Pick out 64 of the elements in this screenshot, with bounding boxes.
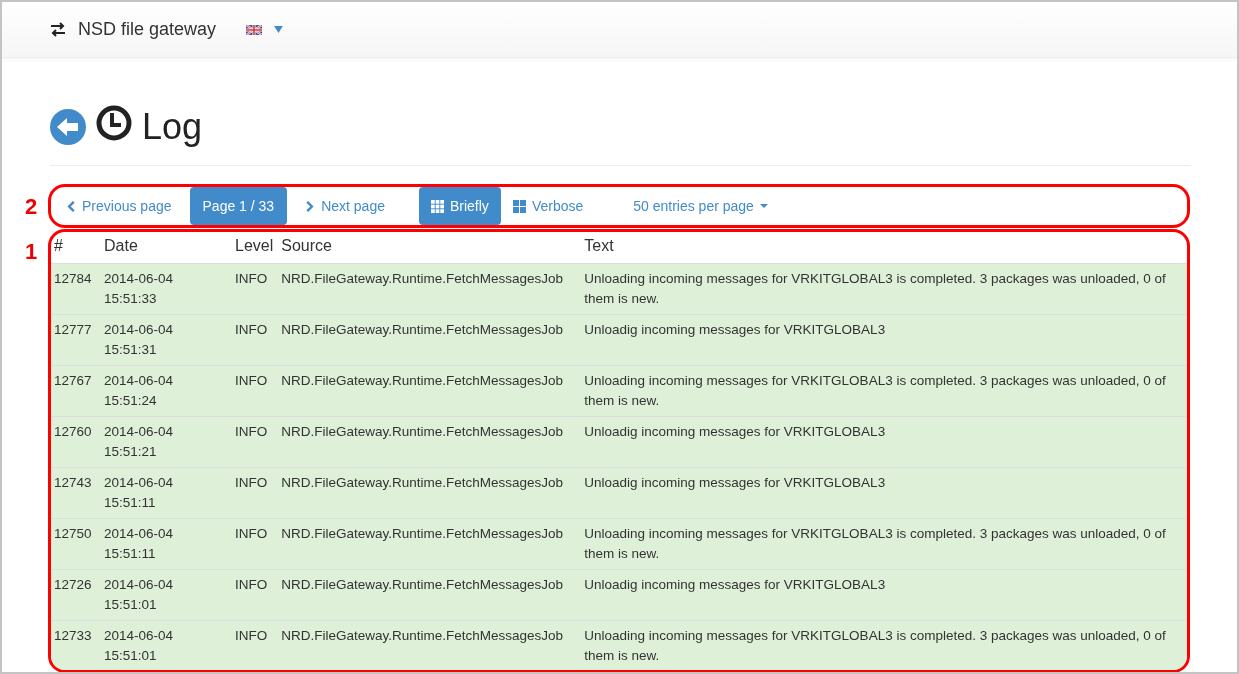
table-cell: INFO: [232, 365, 279, 417]
table-cell: 12760: [51, 416, 101, 468]
table-cell: 12750: [51, 518, 101, 570]
table-cell: 2014-06-04 15:51:01: [101, 620, 232, 670]
column-header: Source: [278, 232, 582, 264]
page-title: Log: [142, 106, 203, 148]
caret-icon: [759, 204, 768, 208]
table-cell: NRD.FileGateway.Runtime.FetchMessagesJob: [278, 467, 582, 519]
table-cell: NRD.FileGateway.Runtime.FetchMessagesJob: [278, 263, 582, 315]
table-cell: NRD.FileGateway.Runtime.FetchMessagesJob: [278, 365, 582, 417]
table-cell: 12784: [51, 263, 101, 315]
table-cell: INFO: [232, 620, 279, 670]
table-cell: Unloadig incoming messages for VRKITGLOBAL3: [581, 416, 1187, 468]
chevron-right-icon: [305, 199, 316, 213]
column-header: #: [51, 232, 101, 264]
column-header: Text: [581, 232, 1187, 264]
table-cell: 2014-06-04 15:51:01: [101, 569, 232, 621]
transfer-arrows-icon: [50, 22, 67, 37]
table-cell: 12743: [51, 467, 101, 519]
table-cell: Unloading incoming messages for VRKITGLOBAL3 is completed. 3 packages was unloaded, 0 of them is new.: [581, 620, 1187, 670]
callout-number: 2: [23, 194, 38, 220]
callout-number: 1: [23, 239, 38, 265]
table-cell: 12733: [51, 620, 101, 670]
table-cell: INFO: [232, 569, 279, 621]
table-cell: NRD.FileGateway.Runtime.FetchMessagesJob: [278, 620, 582, 670]
clock-icon: [96, 105, 132, 141]
table-cell: Unloadig incoming messages for VRKITGLOBAL3: [581, 569, 1187, 621]
chevron-left-icon: [66, 199, 76, 213]
table-cell: NRD.FileGateway.Runtime.FetchMessagesJob: [278, 569, 582, 621]
flag-icon[interactable]: [246, 24, 263, 35]
table-cell: 12726: [51, 569, 101, 621]
table-cell: Unloadig incoming messages for VRKITGLOBAL3: [581, 467, 1187, 519]
caret-icon[interactable]: [274, 26, 284, 33]
table-cell: 2014-06-04 15:51:24: [101, 365, 232, 417]
table-cell: INFO: [232, 467, 279, 519]
table-cell: Unloading incoming messages for VRKITGLOBAL3 is completed. 3 packages was unloaded, 0 of them is new.: [581, 518, 1187, 570]
table-cell: INFO: [232, 416, 279, 468]
table-cell: Unloading incoming messages for VRKITGLOBAL3 is completed. 3 packages was unloaded, 0 of them is new.: [581, 263, 1187, 315]
page-indicator[interactable]: Page 1 / 33: [189, 187, 288, 225]
table-cell: 2014-06-04 15:51:33: [101, 263, 232, 315]
column-header: Date: [101, 232, 232, 264]
table-cell: Unloading incoming messages for VRKITGLOBAL3 is completed. 3 packages was unloaded, 0 of them is new.: [581, 365, 1187, 417]
brand-name[interactable]: NSD file gateway: [78, 19, 217, 40]
pager-link[interactable]: Previous page: [61, 187, 184, 225]
table-cell: 2014-06-04 15:51:11: [101, 518, 232, 570]
view-toggle[interactable]: Verbose: [500, 187, 596, 225]
table-cell: INFO: [232, 314, 279, 366]
table-cell: NRD.FileGateway.Runtime.FetchMessagesJob: [278, 416, 582, 468]
table-cell: Unloadig incoming messages for VRKITGLOBAL3: [581, 314, 1187, 366]
view-toggle[interactable]: Briefly: [418, 187, 501, 225]
column-header: Level: [232, 232, 279, 264]
table-cell: 2014-06-04 15:51:11: [101, 467, 232, 519]
grid-icon: [430, 199, 444, 213]
pager-link[interactable]: Next page: [293, 187, 397, 225]
table-cell: 2014-06-04 15:51:31: [101, 314, 232, 366]
table-cell: 2014-06-04 15:51:21: [101, 416, 232, 468]
table-cell: NRD.FileGateway.Runtime.FetchMessagesJob: [278, 518, 582, 570]
table-cell: 12777: [51, 314, 101, 366]
table-cell: 12767: [51, 365, 101, 417]
table-cell: NRD.FileGateway.Runtime.FetchMessagesJob: [278, 314, 582, 366]
table-cell: INFO: [232, 263, 279, 315]
tiles-icon: [512, 199, 526, 213]
entries-dropdown[interactable]: 50 entries per page: [621, 187, 780, 225]
table-cell: INFO: [232, 518, 279, 570]
